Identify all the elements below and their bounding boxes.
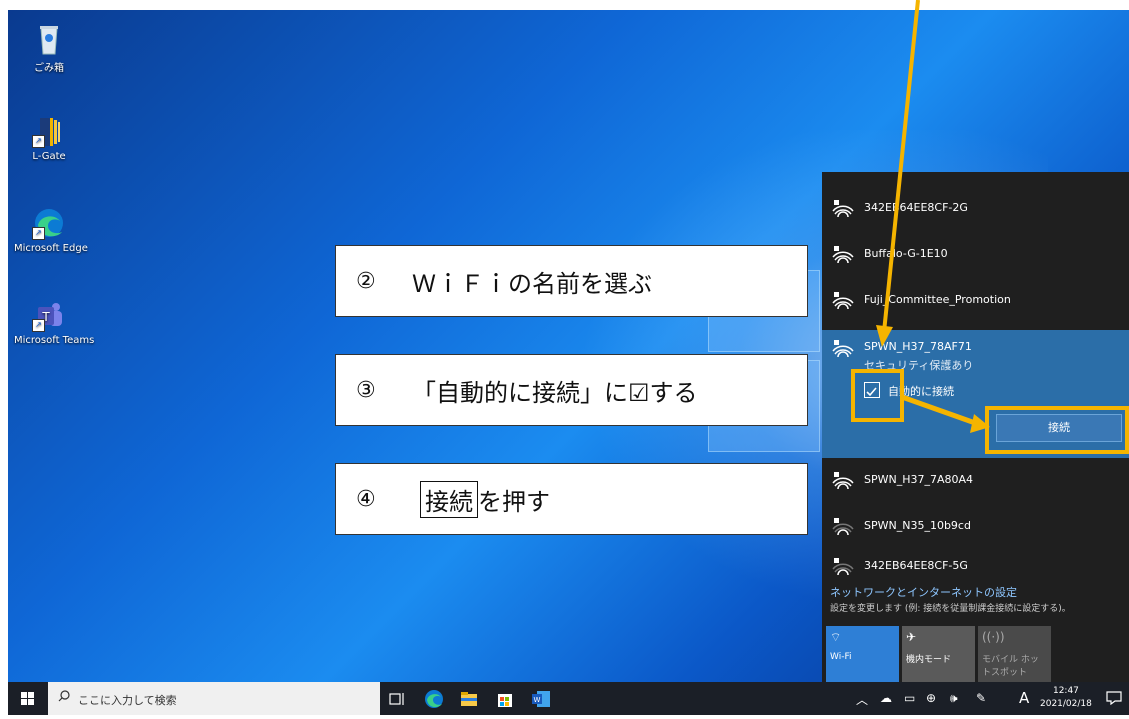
clock[interactable]: 12:47 2021/02/18 bbox=[1040, 685, 1092, 711]
network-security-status: セキュリティ保護あり bbox=[864, 359, 974, 372]
search-placeholder: ここに入力して検索 bbox=[78, 694, 177, 707]
instruction-step-2: ② ＷｉＦｉの名前を選ぶ bbox=[335, 245, 808, 317]
network-name: Fuji_Committee_Promotion bbox=[864, 293, 1011, 306]
network-name: 342EB64EE8CF-5G bbox=[864, 559, 968, 572]
svg-text:W: W bbox=[534, 696, 541, 704]
connect-button[interactable]: 接続 bbox=[996, 414, 1122, 442]
store-icon[interactable] bbox=[494, 688, 516, 710]
network-name: 342EB64EE8CF-2G bbox=[864, 201, 968, 214]
network-settings-link[interactable]: ネットワークとインターネットの設定 bbox=[830, 584, 1017, 600]
lgate-icon: ↗ bbox=[32, 114, 66, 148]
network-settings-description: 設定を変更します (例: 接続を従量制課金接続に設定する)。 bbox=[830, 604, 1071, 614]
quick-action-wifi[interactable]: ⌔ Wi-Fi bbox=[826, 626, 899, 682]
start-button[interactable] bbox=[8, 682, 48, 715]
onedrive-icon[interactable]: ☁ bbox=[880, 691, 892, 705]
desktop-icon-label: ごみ箱 bbox=[34, 63, 64, 74]
tile-label: モバイル ホットスポット bbox=[982, 655, 1039, 678]
teams-icon: T ↗ bbox=[32, 298, 66, 332]
wifi-network-item[interactable]: Buffalo-G-1E10 bbox=[822, 232, 1129, 278]
tile-label: 機内モード bbox=[906, 655, 952, 665]
windows-logo-icon bbox=[21, 692, 34, 705]
hotspot-icon: ((·)) bbox=[982, 630, 1005, 644]
system-tray: ︿ ☁ ▭ ⊕ 🕪 ✎ A 12:47 2021/02/18 bbox=[844, 682, 1129, 715]
pen-icon[interactable]: ✎ bbox=[976, 691, 986, 705]
wifi-secured-weak-icon bbox=[832, 518, 854, 536]
quick-action-mobile-hotspot[interactable]: ((·)) モバイル ホットスポット bbox=[978, 626, 1051, 682]
chevron-up-icon[interactable]: ︿ bbox=[856, 691, 868, 708]
desktop-icon-edge[interactable]: ↗ Microsoft Edge bbox=[14, 206, 88, 254]
quick-action-airplane-mode[interactable]: ✈ 機内モード bbox=[902, 626, 975, 682]
auto-connect-checkbox[interactable] bbox=[864, 382, 880, 398]
volume-icon[interactable]: 🕪 bbox=[950, 691, 958, 706]
step-boxed-label: 接続 bbox=[420, 480, 478, 518]
desktop-icon-label: L-Gate bbox=[32, 151, 66, 162]
wifi-network-item[interactable]: SPWN_H37_7A80A4 bbox=[822, 458, 1129, 504]
network-globe-icon[interactable]: ⊕ bbox=[926, 691, 936, 705]
taskbar-search-box[interactable]: ここに入力して検索 bbox=[48, 682, 380, 715]
taskbar: ここに入力して検索 W ︿ ☁ ▭ ⊕ 🕪 ✎ A 12:47 2021/02/… bbox=[8, 682, 1129, 715]
desktop-icon-lgate[interactable]: ↗ L-Gate bbox=[14, 114, 84, 162]
step-number: ③ bbox=[356, 377, 376, 403]
wifi-network-item-selected[interactable]: SPWN_H37_78AF71 セキュリティ保護あり 自動的に接続 接続 bbox=[822, 330, 1129, 458]
network-name: SPWN_H37_78AF71 bbox=[864, 340, 972, 353]
wifi-secured-weak-icon bbox=[832, 558, 854, 576]
desktop-icon-label: Microsoft Teams bbox=[14, 335, 95, 346]
network-name: Buffalo-G-1E10 bbox=[864, 247, 948, 260]
wifi-secured-icon bbox=[832, 200, 854, 218]
step-number: ② bbox=[356, 268, 376, 294]
wifi-secured-icon bbox=[832, 292, 854, 310]
clock-time: 12:47 bbox=[1052, 686, 1079, 696]
wifi-secured-icon bbox=[832, 246, 854, 264]
wifi-secured-icon bbox=[832, 472, 854, 490]
network-name: SPWN_H37_7A80A4 bbox=[864, 473, 974, 486]
ime-indicator[interactable]: A bbox=[1019, 689, 1029, 707]
edge-icon: ↗ bbox=[32, 206, 66, 240]
tile-label: Wi-Fi bbox=[830, 652, 852, 662]
screenshot-frame: ごみ箱 ↗ L-Gate ↗ Microsoft Edge T ↗ Micros… bbox=[0, 0, 1129, 715]
step-text: を押す bbox=[478, 487, 550, 516]
wifi-network-item[interactable]: 342EB64EE8CF-2G bbox=[822, 186, 1129, 232]
step-number: ④ bbox=[356, 486, 376, 512]
auto-connect-label[interactable]: 自動的に接続 bbox=[888, 383, 954, 399]
wifi-secured-icon bbox=[832, 340, 854, 358]
recycle-bin-icon bbox=[32, 22, 66, 56]
clock-date: 2021/02/18 bbox=[1040, 699, 1092, 709]
task-view-icon[interactable] bbox=[386, 688, 408, 710]
wifi-icon: ⌔ bbox=[830, 630, 842, 644]
wifi-network-item[interactable]: Fuji_Committee_Promotion bbox=[822, 278, 1129, 324]
step-text: ＷｉＦｉの名前を選ぶ bbox=[412, 269, 652, 298]
word-icon[interactable]: W bbox=[530, 688, 552, 710]
airplane-icon: ✈ bbox=[906, 630, 917, 644]
step-text: 「自動的に接続」に☑する bbox=[412, 378, 698, 407]
edge-taskbar-icon[interactable] bbox=[423, 688, 445, 710]
desktop-icon-teams[interactable]: T ↗ Microsoft Teams bbox=[14, 298, 95, 346]
instruction-step-3: ③ 「自動的に接続」に☑する bbox=[335, 354, 808, 426]
battery-icon[interactable]: ▭ bbox=[904, 691, 915, 705]
instruction-step-4: ④ 接続 を押す bbox=[335, 463, 808, 535]
file-explorer-icon[interactable] bbox=[458, 688, 480, 710]
notification-icon[interactable] bbox=[1106, 691, 1122, 705]
desktop-icon-recycle-bin[interactable]: ごみ箱 bbox=[14, 22, 84, 74]
checkmark-icon bbox=[866, 387, 877, 397]
network-name: SPWN_N35_10b9cd bbox=[864, 519, 971, 532]
search-icon bbox=[58, 690, 70, 702]
wifi-flyout: 342EB64EE8CF-2G Buffalo-G-1E10 Fuji_Comm… bbox=[822, 172, 1129, 682]
desktop-icon-label: Microsoft Edge bbox=[14, 243, 88, 254]
